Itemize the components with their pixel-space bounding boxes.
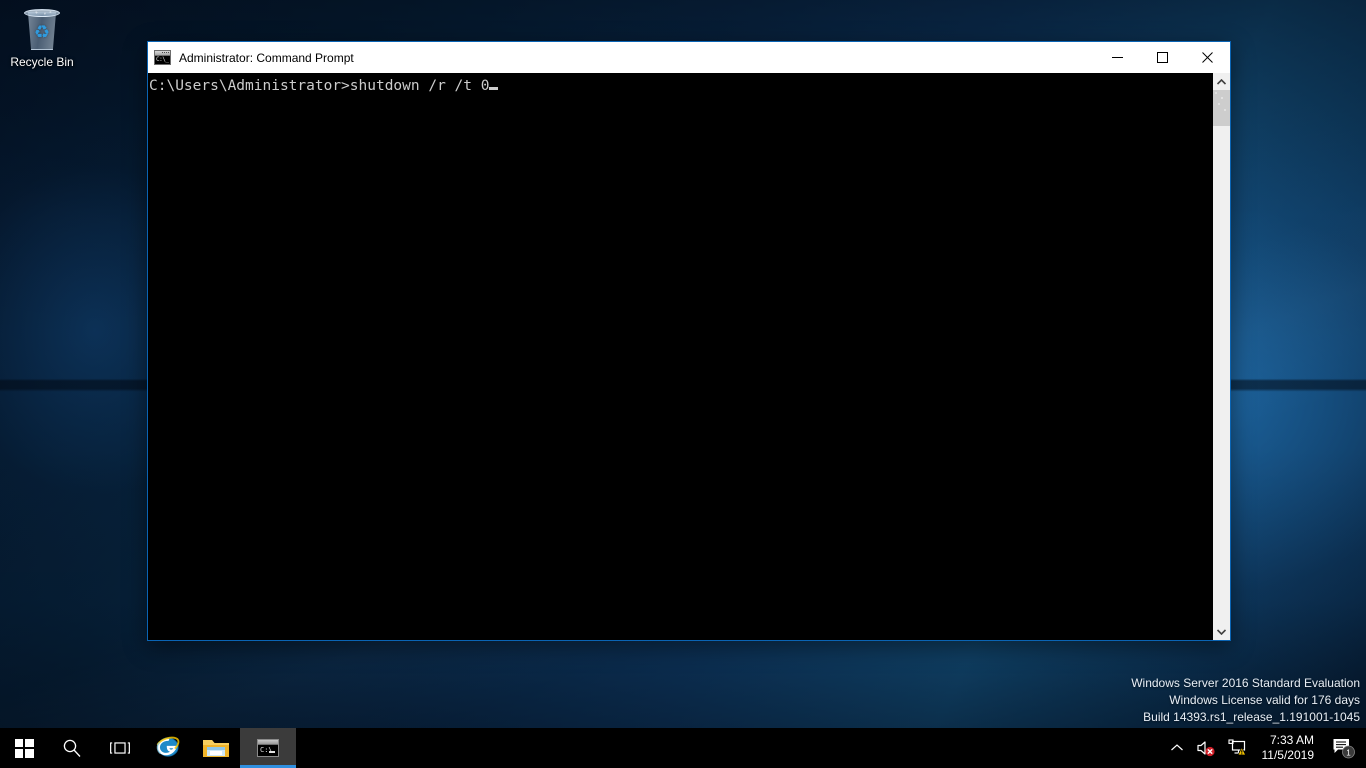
license-watermark: Windows Server 2016 Standard Evaluation … (1131, 675, 1360, 726)
scrollbar-up-button[interactable] (1213, 73, 1230, 90)
search-icon (63, 739, 81, 757)
console-body[interactable]: C:\Users\Administrator>shutdown /r /t 0 (148, 73, 1230, 640)
desktop-icon-recycle-bin[interactable]: ♻ Recycle Bin (6, 4, 78, 70)
desktop[interactable]: ♻ Recycle Bin Windows Server 2016 Standa… (0, 0, 1366, 768)
close-button[interactable] (1185, 42, 1230, 73)
desktop-icon-label: Recycle Bin (10, 55, 74, 69)
show-hidden-icons-button[interactable] (1164, 728, 1190, 768)
console-cursor (489, 87, 499, 90)
minimize-button[interactable] (1095, 42, 1140, 73)
clock-time: 7:33 AM (1269, 733, 1314, 747)
windows-logo-icon (14, 738, 34, 758)
taskbar-app-command-prompt[interactable]: C:\ (240, 728, 296, 768)
volume-button[interactable] (1190, 728, 1222, 768)
console-icon: C:\_ (154, 50, 171, 65)
watermark-line-license: Windows License valid for 176 days (1169, 693, 1360, 707)
scrollbar-track[interactable] (1213, 90, 1230, 623)
task-view-button[interactable] (96, 728, 144, 768)
taskbar[interactable]: C:\ 7:33 AM 11/5/2019 1 (0, 728, 1366, 768)
window-title: Administrator: Command Prompt (179, 50, 354, 65)
chevron-up-icon (1170, 744, 1183, 751)
watermark-line-product: Windows Server 2016 Standard Evaluation (1131, 676, 1360, 690)
clock-date: 11/5/2019 (1261, 748, 1315, 762)
scrollbar-thumb[interactable] (1213, 90, 1230, 126)
speaker-muted-icon (1196, 741, 1215, 757)
clock[interactable]: 7:33 AM 11/5/2019 (1254, 728, 1327, 768)
console-text: C:\Users\Administrator>shutdown /r /t 0 (149, 78, 490, 94)
start-button[interactable] (0, 728, 48, 768)
console-taskbar-icon: C:\ (257, 739, 279, 757)
internet-explorer-icon (156, 736, 180, 757)
action-center-icon: 1 (1333, 739, 1355, 759)
folder-icon (203, 740, 229, 757)
notification-badge-count: 1 (1346, 748, 1351, 757)
action-center-button[interactable]: 1 (1326, 728, 1366, 768)
window-titlebar[interactable]: C:\_ Administrator: Command Prompt (148, 42, 1230, 73)
console-scrollbar[interactable] (1212, 73, 1230, 640)
command-prompt-window[interactable]: C:\_ Administrator: Command Prompt C:\Us… (147, 41, 1231, 641)
window-controls[interactable] (1095, 42, 1230, 73)
network-warning-icon (1227, 739, 1246, 756)
watermark-line-build: Build 14393.rs1_release_1.191001-1045 (1143, 710, 1360, 724)
task-view-icon (110, 742, 130, 754)
console-output-area[interactable]: C:\Users\Administrator>shutdown /r /t 0 (148, 73, 1212, 640)
search-button[interactable] (48, 728, 96, 768)
scrollbar-down-button[interactable] (1213, 623, 1230, 640)
taskbar-app-file-explorer[interactable] (192, 728, 240, 768)
maximize-button[interactable] (1140, 42, 1185, 73)
network-button[interactable] (1222, 728, 1254, 768)
console-line: C:\Users\Administrator>shutdown /r /t 0 (149, 77, 1212, 95)
recycle-bin-icon: ♻ (19, 6, 65, 52)
taskbar-app-internet-explorer[interactable] (144, 728, 192, 768)
system-tray[interactable]: 7:33 AM 11/5/2019 1 (1164, 728, 1366, 768)
